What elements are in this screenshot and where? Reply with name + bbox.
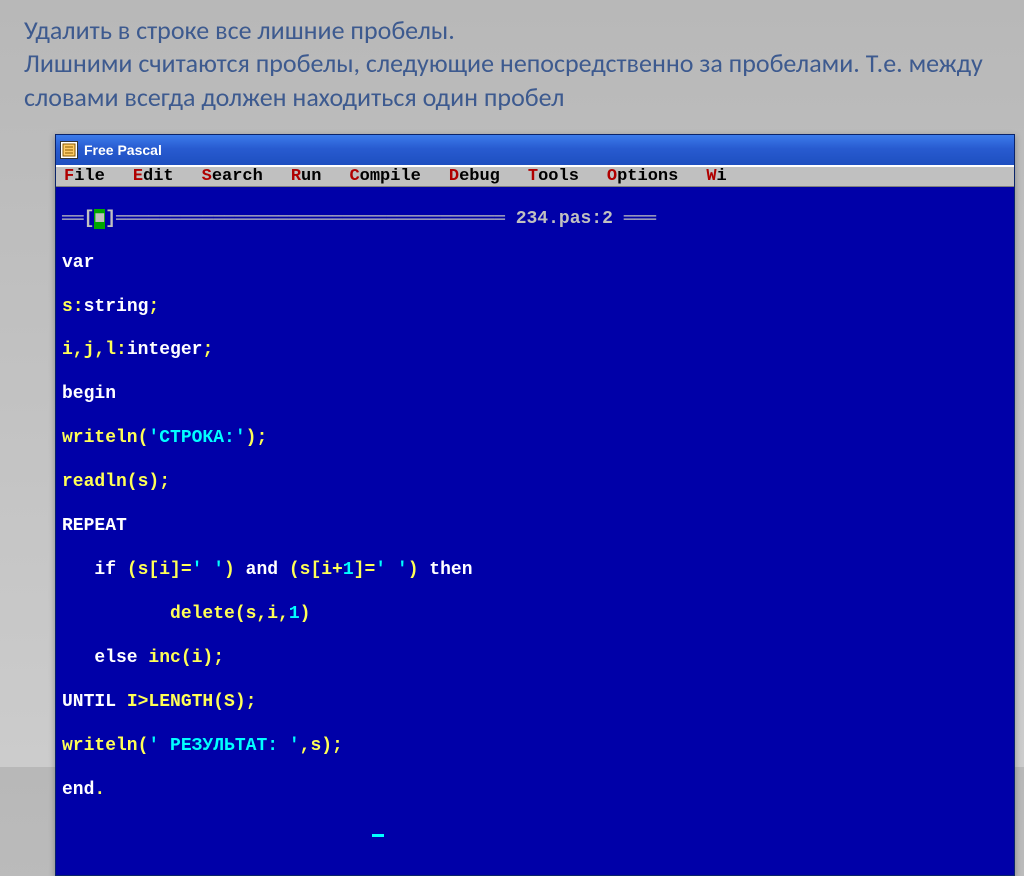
titlebar[interactable]: Free Pascal	[56, 135, 1014, 165]
code-line: var	[62, 253, 94, 273]
menu-file[interactable]: File	[64, 167, 105, 186]
window-title: Free Pascal	[84, 142, 162, 158]
editor-frame-top: ══[■]═══════════════════════════════════…	[62, 209, 1008, 231]
menu-options[interactable]: Options	[607, 167, 678, 186]
code-line: i,j,l:integer;	[62, 340, 1008, 362]
slide-title: Удалить в строке все лишние пробелы. Лиш…	[0, 0, 1024, 134]
code-line: readln(s);	[62, 472, 170, 492]
tab-title: 234.pas:2	[516, 209, 613, 229]
menu-debug[interactable]: Debug	[449, 167, 500, 186]
slide: Удалить в строке все лишние пробелы. Лиш…	[0, 0, 1024, 767]
code-line: delete(s,i,1)	[62, 604, 1008, 626]
app-icon	[60, 141, 78, 159]
code-line: begin	[62, 384, 116, 404]
code-line: else inc(i);	[62, 648, 1008, 670]
ide-window: Free Pascal File Edit Search Run Compile…	[55, 134, 1015, 876]
code-line: end.	[62, 780, 1008, 802]
menu-tools[interactable]: Tools	[528, 167, 579, 186]
code-line: UNTIL I>LENGTH(S);	[62, 692, 1008, 714]
menu-compile[interactable]: Compile	[349, 167, 420, 186]
text-cursor	[372, 834, 384, 837]
code-line: writeln('СТРОКА:');	[62, 428, 1008, 450]
menubar: File Edit Search Run Compile Debug Tools…	[56, 165, 1014, 187]
menu-window[interactable]: Wi	[706, 167, 726, 186]
menu-search[interactable]: Search	[202, 167, 263, 186]
code-line: if (s[i]=' ') and (s[i+1]=' ') then	[62, 560, 1008, 582]
menu-edit[interactable]: Edit	[133, 167, 174, 186]
code-line: s:string;	[62, 297, 1008, 319]
code-line: REPEAT	[62, 516, 127, 536]
code-editor[interactable]: ══[■]═══════════════════════════════════…	[56, 187, 1014, 876]
code-line: writeln(' РЕЗУЛЬТАТ: ',s);	[62, 736, 1008, 758]
menu-run[interactable]: Run	[291, 167, 322, 186]
